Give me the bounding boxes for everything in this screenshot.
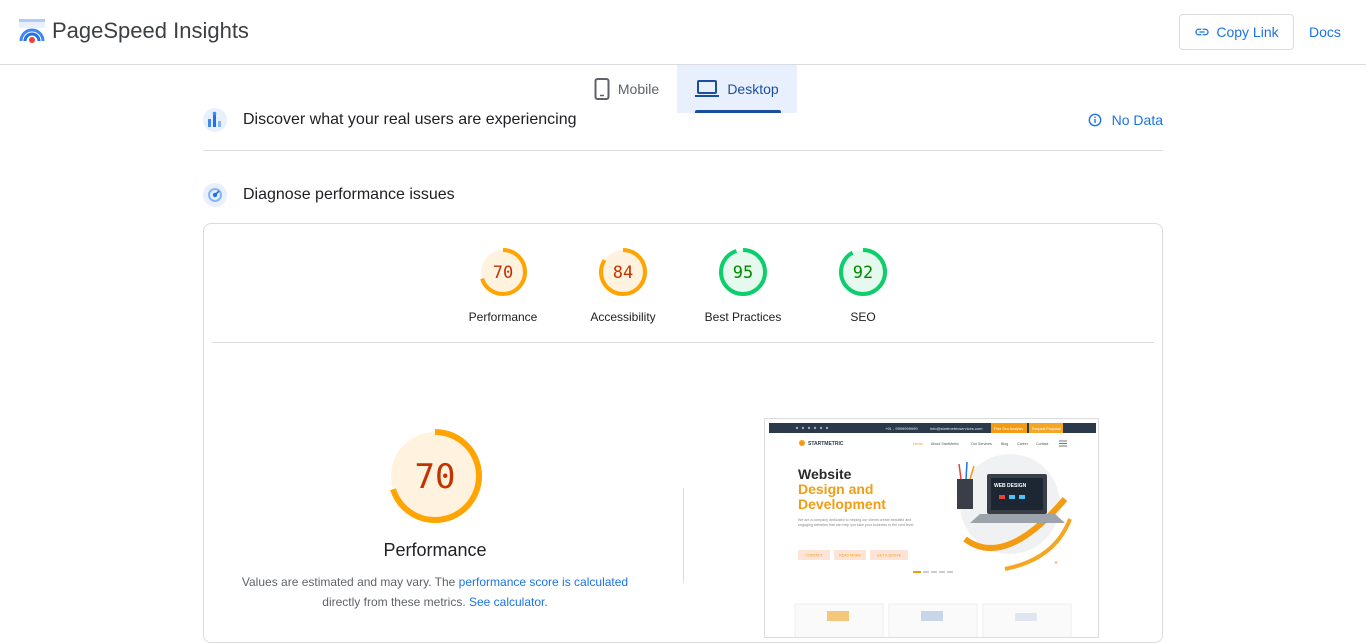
gauge-performance-ring: 70 bbox=[479, 248, 527, 296]
copy-link-button[interactable]: Copy Link bbox=[1179, 14, 1294, 50]
diagnose-title: Diagnose performance issues bbox=[243, 186, 455, 203]
users-chart-icon bbox=[203, 108, 227, 132]
card-divider bbox=[212, 342, 1154, 343]
gauge-seo-value: 92 bbox=[853, 263, 873, 283]
shot-nav-0: Home bbox=[913, 442, 923, 446]
performance-title: Performance bbox=[383, 540, 487, 560]
top-bar: PageSpeed Insights Copy Link Docs bbox=[0, 0, 1366, 65]
page-screenshot-image: +91 - 9999999999 info@startmetricservice… bbox=[769, 423, 1096, 637]
shot-nav-5: Contact bbox=[1036, 442, 1048, 446]
vertical-separator bbox=[683, 488, 684, 583]
section-divider bbox=[203, 150, 1163, 151]
perf-desc-text2: directly from these metrics. bbox=[322, 595, 469, 609]
gauge-best-practices-value: 95 bbox=[733, 263, 753, 283]
shot-email: info@startmetricservices.com bbox=[930, 426, 983, 431]
shot-nav-4: Career bbox=[1017, 442, 1029, 446]
diagnose-icon bbox=[203, 183, 227, 207]
shot-btn-proposal: Request Proposal bbox=[1032, 427, 1061, 431]
gauge-performance-value: 70 bbox=[493, 263, 513, 283]
shot-cta-3: GET A QUOTE bbox=[877, 554, 902, 558]
gauge-accessibility-value: 84 bbox=[613, 263, 633, 283]
shot-cta-1: CONTACT bbox=[805, 554, 823, 558]
tab-mobile-label: Mobile bbox=[617, 81, 660, 97]
shot-hero-para: We are a company dedicated to helping ou… bbox=[798, 518, 915, 527]
report-card: 70 Performance 84 Accessibility 95 Best … bbox=[203, 223, 1163, 643]
app-title: PageSpeed Insights bbox=[52, 18, 249, 43]
pagespeed-logo-icon bbox=[19, 19, 45, 43]
gauge-performance-label: Performance bbox=[468, 310, 538, 324]
shot-phone: +91 - 9999999999 bbox=[885, 426, 918, 431]
tab-desktop-label: Desktop bbox=[727, 81, 779, 97]
shot-btn-free: Free Seo Analysis bbox=[994, 427, 1023, 431]
diagnose-section: Diagnose performance issues bbox=[203, 182, 1163, 208]
perf-desc-text1: Values are estimated and may vary. The bbox=[241, 575, 459, 589]
shot-nav-3: Blog bbox=[1001, 442, 1008, 446]
info-icon bbox=[1088, 113, 1102, 127]
shot-hero-1: Website bbox=[798, 466, 852, 482]
link-icon bbox=[1195, 28, 1210, 36]
shot-nav-2: Our Services bbox=[971, 442, 992, 446]
see-calculator-link[interactable]: See calculator. bbox=[469, 595, 548, 609]
shot-hero-2: Design and bbox=[798, 481, 873, 497]
gauge-accessibility-ring: 84 bbox=[599, 248, 647, 296]
gauge-seo[interactable]: 92 SEO bbox=[803, 246, 923, 324]
shot-brand: STARTMETRIC bbox=[808, 441, 844, 447]
performance-big-gauge: 70 bbox=[388, 429, 482, 523]
score-gauges: 70 Performance 84 Accessibility 95 Best … bbox=[204, 224, 1162, 343]
svg-text:×: × bbox=[1054, 560, 1058, 567]
gauge-seo-label: SEO bbox=[850, 310, 876, 324]
page-screenshot: +91 - 9999999999 info@startmetricservice… bbox=[764, 418, 1099, 638]
shot-nav-1: About StartMetric bbox=[931, 442, 959, 446]
big-gauge-value: 70 bbox=[415, 457, 456, 497]
gauge-accessibility-label: Accessibility bbox=[590, 310, 656, 324]
score-calculated-link[interactable]: performance score is calculated bbox=[459, 575, 628, 589]
no-data-label: No Data bbox=[1111, 112, 1163, 128]
smartphone-icon bbox=[594, 78, 610, 100]
gauge-performance[interactable]: 70 Performance bbox=[443, 246, 563, 324]
no-data-indicator[interactable]: No Data bbox=[1088, 112, 1163, 128]
performance-description: Values are estimated and may vary. The p… bbox=[232, 572, 638, 612]
gauge-accessibility[interactable]: 84 Accessibility bbox=[563, 246, 683, 324]
tab-mobile[interactable]: Mobile bbox=[576, 65, 677, 113]
shot-laptop-label: WEB DESIGN bbox=[994, 483, 1027, 489]
gauge-best-practices-label: Best Practices bbox=[704, 310, 782, 324]
copy-link-label: Copy Link bbox=[1216, 24, 1279, 40]
shot-hero-3: Development bbox=[798, 496, 886, 512]
laptop-icon bbox=[695, 80, 720, 97]
gauge-seo-ring: 92 bbox=[839, 248, 887, 296]
tab-desktop[interactable]: Desktop bbox=[677, 65, 797, 113]
docs-link[interactable]: Docs bbox=[1309, 24, 1341, 40]
real-users-section: Discover what your real users are experi… bbox=[203, 107, 1163, 133]
shot-cta-2: READ MORE bbox=[839, 554, 861, 558]
gauge-best-practices-ring: 95 bbox=[719, 248, 767, 296]
device-tabs: Mobile Desktop bbox=[576, 65, 797, 113]
real-users-title: Discover what your real users are experi… bbox=[243, 111, 577, 128]
gauge-best-practices[interactable]: 95 Best Practices bbox=[683, 246, 803, 324]
